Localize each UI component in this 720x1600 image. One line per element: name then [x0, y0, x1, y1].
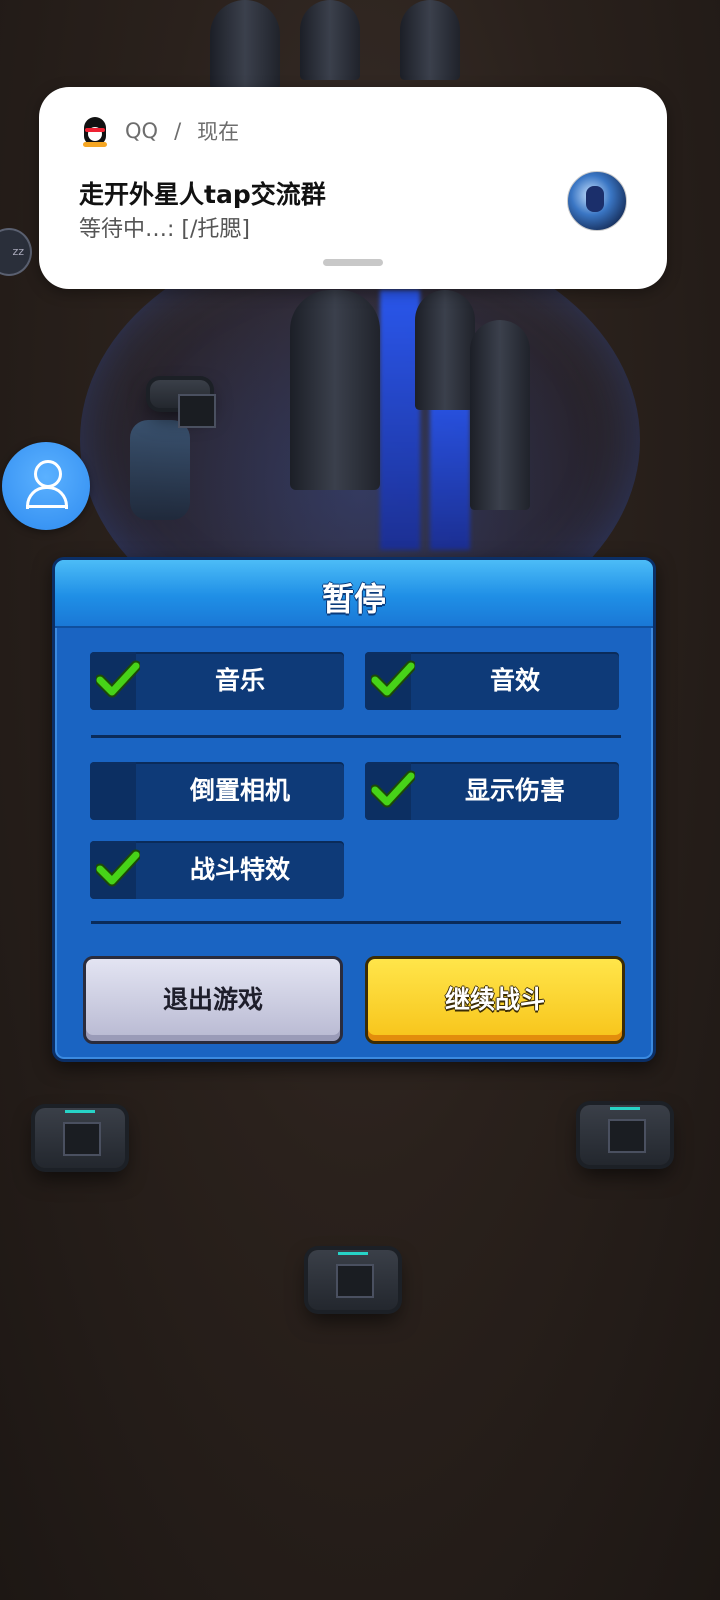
notification-drag-handle[interactable] [323, 259, 383, 266]
toggle-label: 显示伤害 [464, 776, 565, 805]
rocket-tower [415, 290, 475, 410]
pause-dialog-header: 暂停 [55, 560, 653, 628]
checkmark-icon [371, 660, 415, 698]
sleep-badge-text: zz [12, 245, 24, 258]
pause-dialog-title: 暂停 [321, 580, 386, 618]
qq-notification[interactable]: QQ / 现在 走开外星人tap交流群 等待中…: [/托腮] [39, 87, 667, 289]
turret-pad [150, 380, 216, 428]
toggle-invert-camera[interactable]: 倒置相机 [90, 762, 344, 820]
notification-app-row: QQ / 现在 [81, 115, 239, 147]
turret-pad[interactable] [308, 1250, 398, 1310]
floating-user-button[interactable] [2, 442, 90, 530]
user-icon [34, 460, 62, 488]
notification-message: 等待中…: [/托腮] [79, 217, 250, 242]
rocket-tower [400, 0, 460, 80]
notification-separator: / [174, 119, 182, 143]
toggle-label: 音乐 [214, 666, 265, 695]
toggle-label: 战斗特效 [189, 855, 290, 884]
checkmark-icon [96, 849, 140, 887]
notification-app-name: QQ [125, 119, 159, 143]
notification-time: 现在 [197, 120, 240, 144]
toggle-label: 音效 [489, 666, 540, 695]
rocket-tower [210, 0, 280, 90]
checkmark-icon [371, 770, 415, 808]
checkbox[interactable] [90, 762, 136, 820]
turret-pad[interactable] [35, 1108, 125, 1168]
pause-dialog: 暂停 音乐 音效 倒置相机 显示伤害 战斗特效 退出游戏 继续战斗 [52, 557, 656, 1062]
engine-glow [380, 290, 420, 550]
toggle-music[interactable]: 音乐 [90, 652, 344, 710]
robot-unit [130, 420, 190, 520]
divider [91, 735, 621, 738]
rocket-tower [300, 0, 360, 80]
rocket-tower [470, 320, 530, 510]
group-avatar [567, 171, 627, 231]
toggle-show-damage[interactable]: 显示伤害 [365, 762, 619, 820]
divider [91, 921, 621, 924]
toggle-battle-effects[interactable]: 战斗特效 [90, 841, 344, 899]
notification-title: 走开外星人tap交流群 [79, 180, 326, 209]
continue-battle-button[interactable]: 继续战斗 [365, 956, 625, 1044]
turret-pad[interactable] [580, 1105, 670, 1165]
exit-game-button[interactable]: 退出游戏 [83, 956, 343, 1044]
qq-penguin-icon [81, 115, 109, 147]
toggle-label: 倒置相机 [189, 776, 290, 805]
rocket-tower [290, 290, 380, 490]
checkmark-icon [96, 660, 140, 698]
toggle-sound-effects[interactable]: 音效 [365, 652, 619, 710]
